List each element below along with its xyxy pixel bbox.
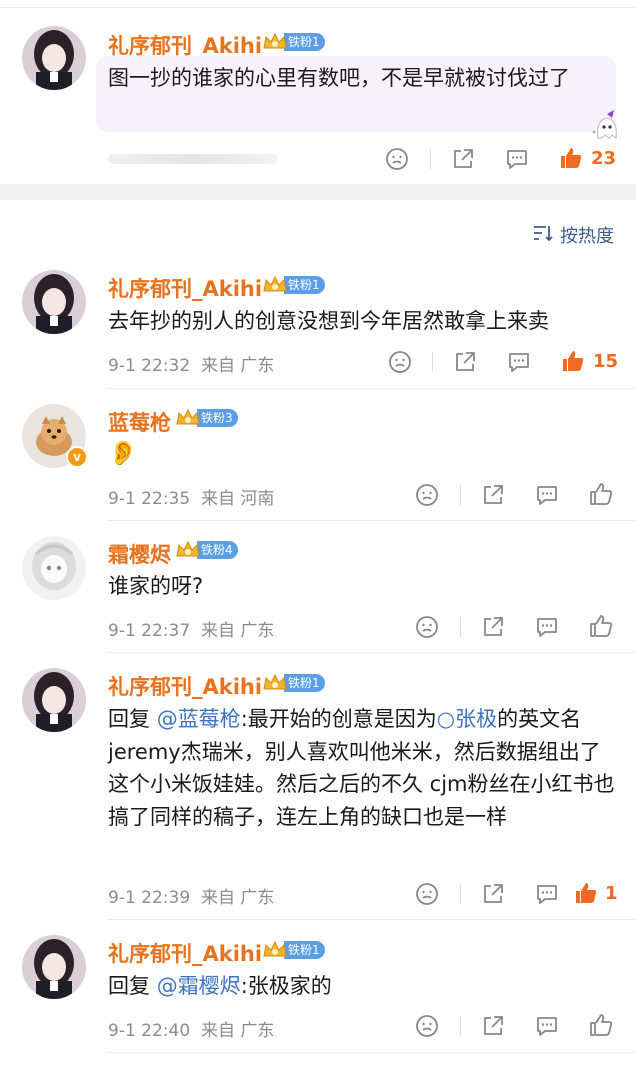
comment-text: 👂 bbox=[108, 439, 138, 467]
separator bbox=[432, 352, 433, 372]
username[interactable]: 蓝莓枪 bbox=[108, 407, 171, 437]
section-gap bbox=[0, 184, 636, 200]
avatar[interactable] bbox=[22, 26, 86, 90]
avatar[interactable] bbox=[22, 270, 86, 334]
emoji-reaction-icon[interactable] bbox=[414, 482, 440, 508]
fan-level-tag: 铁粉1 bbox=[284, 276, 325, 294]
fan-level-tag: 铁粉3 bbox=[197, 409, 238, 427]
sort-icon bbox=[532, 223, 554, 248]
username[interactable]: 礼序郁刊_Akihi bbox=[108, 671, 262, 701]
comment-time: 9-1 22:32 来自 广东 bbox=[108, 356, 275, 376]
emoji-reaction-icon[interactable] bbox=[384, 146, 410, 172]
emoji-reaction-icon[interactable] bbox=[414, 881, 440, 907]
crown-icon bbox=[262, 31, 288, 53]
crown-icon bbox=[175, 407, 201, 429]
blurred-metadata bbox=[108, 154, 278, 164]
comment-time: 9-1 22:39 来自 广东 bbox=[108, 888, 275, 908]
like-icon-active[interactable] bbox=[573, 880, 599, 906]
crown-icon bbox=[262, 274, 288, 296]
share-icon[interactable] bbox=[452, 349, 478, 375]
share-icon[interactable] bbox=[480, 614, 506, 640]
ghost-sticker-icon bbox=[590, 108, 624, 142]
sort-label: 按热度 bbox=[560, 226, 614, 247]
fan-badge: 铁粉1 bbox=[262, 673, 325, 693]
fan-level-tag: 铁粉4 bbox=[197, 541, 238, 559]
like-icon[interactable] bbox=[588, 481, 614, 507]
username[interactable]: 礼序郁刊_Akihi bbox=[108, 273, 262, 303]
like-count: 23 bbox=[591, 148, 617, 169]
fan-badge: 铁粉3 bbox=[175, 408, 238, 428]
sort-by-hot-button[interactable]: 按热度 bbox=[532, 222, 614, 248]
separator bbox=[460, 884, 461, 904]
comment-text: 图一抄的谁家的心里有数吧，不是早就被讨伐过了 bbox=[108, 66, 570, 90]
comment-text: 谁家的呀? bbox=[108, 574, 204, 598]
like-count: 15 bbox=[593, 351, 619, 372]
like-icon[interactable] bbox=[588, 613, 614, 639]
username[interactable]: 礼序郁刊_Akihi bbox=[108, 938, 262, 968]
avatar[interactable] bbox=[22, 668, 86, 732]
comment-text: 去年抄的别人的创意没想到今年居然敢拿上来卖 bbox=[108, 309, 549, 333]
separator bbox=[430, 149, 431, 169]
share-icon[interactable] bbox=[480, 1013, 506, 1039]
separator bbox=[460, 1016, 461, 1036]
comment-text: 回复 @蓝莓枪:最开始的创意是因为○张极的英文名jeremy杰瑞米，别人喜欢叫他… bbox=[108, 707, 615, 829]
comment-time: 9-1 22:40 来自 广东 bbox=[108, 1021, 275, 1041]
share-icon[interactable] bbox=[480, 482, 506, 508]
fan-badge: 铁粉1 bbox=[262, 275, 325, 295]
emoji-reaction-icon[interactable] bbox=[414, 1013, 440, 1039]
fan-level-tag: 铁粉1 bbox=[284, 674, 325, 692]
share-icon[interactable] bbox=[480, 881, 506, 907]
topic-link[interactable]: ○张极 bbox=[437, 707, 497, 731]
comment-icon[interactable] bbox=[534, 881, 560, 907]
comment-icon[interactable] bbox=[504, 146, 530, 172]
avatar[interactable] bbox=[22, 935, 86, 999]
crown-icon bbox=[262, 672, 288, 694]
fan-level-tag: 铁粉1 bbox=[284, 941, 325, 959]
comment-divider bbox=[108, 388, 636, 389]
fan-badge: 铁粉4 bbox=[175, 540, 238, 560]
comment-icon[interactable] bbox=[534, 614, 560, 640]
username[interactable]: 霜樱烬 bbox=[108, 539, 171, 569]
mention-link[interactable]: @蓝莓枪 bbox=[157, 707, 241, 731]
comment-text: 回复 @霜樱烬:张极家的 bbox=[108, 974, 332, 998]
avatar[interactable] bbox=[22, 536, 86, 600]
top-divider bbox=[0, 0, 636, 8]
comment-icon[interactable] bbox=[534, 482, 560, 508]
mention-link[interactable]: @霜樱烬 bbox=[157, 974, 241, 998]
separator bbox=[460, 617, 461, 637]
comment-divider bbox=[108, 1052, 636, 1053]
fan-badge: 铁粉1 bbox=[262, 940, 325, 960]
fan-badge: 铁粉1 bbox=[262, 32, 325, 52]
separator bbox=[460, 485, 461, 505]
crown-icon bbox=[262, 939, 288, 961]
like-count: 1 bbox=[605, 883, 618, 904]
comment-divider bbox=[108, 520, 636, 521]
emoji-reaction-icon[interactable] bbox=[414, 614, 440, 640]
like-icon[interactable] bbox=[588, 1012, 614, 1038]
comment-divider bbox=[108, 919, 636, 920]
comment-icon[interactable] bbox=[506, 349, 532, 375]
like-icon-active[interactable] bbox=[560, 348, 586, 374]
comment-time: 9-1 22:37 来自 广东 bbox=[108, 621, 275, 641]
share-icon[interactable] bbox=[450, 146, 476, 172]
like-icon-active[interactable] bbox=[558, 145, 584, 171]
crown-icon bbox=[175, 539, 201, 561]
emoji-reaction-icon[interactable] bbox=[387, 349, 413, 375]
comment-time: 9-1 22:35 来自 河南 bbox=[108, 489, 275, 509]
fan-level-tag: 铁粉1 bbox=[284, 33, 325, 51]
comment-divider bbox=[108, 652, 636, 653]
comment-icon[interactable] bbox=[534, 1013, 560, 1039]
verified-badge-icon: v bbox=[66, 446, 88, 468]
